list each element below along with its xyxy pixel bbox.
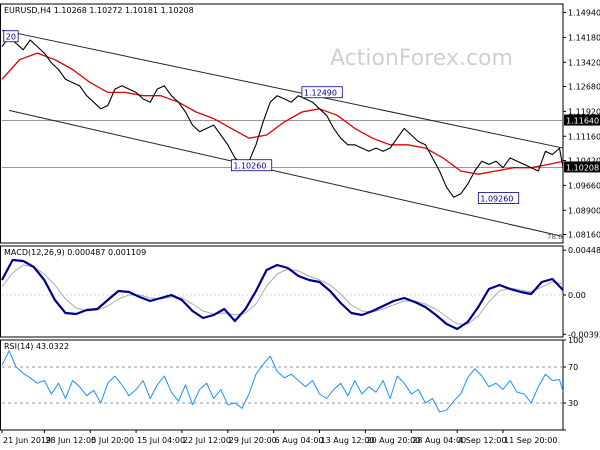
rsi-axis-label: 70 [568, 363, 578, 372]
price-axis-label: 1.09660 [568, 181, 600, 190]
macd-pane-frame [0, 245, 564, 338]
chart-window: ActionForex.com EURUSD,H4 1.10268 1.10272… [0, 0, 600, 450]
price-annotation-label: 1.09260 [480, 194, 513, 203]
price-axis-label: 1.08160 [568, 230, 600, 239]
price-annotation-label: 1.12490 [304, 89, 337, 98]
rsi-axis-label: 100 [568, 336, 583, 345]
price-annotation-label: 20 [6, 33, 16, 42]
price-tag-label: 1.11640 [566, 117, 599, 126]
rsi-header: RSI(14) 43.0322 [4, 342, 69, 351]
time-axis-label: 22 Jul 12:00 [183, 436, 231, 445]
price-axis-label: 1.11160 [568, 132, 600, 141]
rsi-pane-frame [0, 339, 564, 431]
moving-average-line [1, 52, 564, 175]
fib-level-label: 78.6 [547, 233, 563, 241]
trading-chart: ActionForex.com EURUSD,H4 1.10268 1.10272… [0, 3, 600, 445]
time-axis-label: 28 Jun 12:00 [45, 436, 96, 445]
time-axis-label: 21 Jun 2019 [3, 436, 51, 445]
watermark: ActionForex.com [330, 46, 513, 71]
price-axis-label: 1.12680 [568, 83, 600, 92]
macd-axis-label: 0.00448 [568, 246, 600, 255]
time-axis-label: 11 Sep 20:00 [504, 436, 557, 445]
chart-header: EURUSD,H4 1.10268 1.10272 1.10181 1.1020… [4, 6, 194, 15]
time-axis-label: 4 Sep 12:00 [458, 436, 506, 445]
time-axis-label: 29 Jul 20:00 [229, 436, 277, 445]
macd-axis-label: 0.00 [568, 291, 586, 300]
price-axis-label: 1.14940 [568, 9, 600, 18]
rsi-axis-label: 30 [568, 399, 578, 408]
macd-header: MACD(12,26,9) 0.000487 0.001109 [4, 248, 146, 257]
price-axis-label: 1.08900 [568, 206, 600, 215]
price-annotation-label: 1.10260 [233, 162, 266, 171]
price-axis-label: 1.13420 [568, 58, 600, 67]
time-axis-label: 5 Jul 20:00 [91, 436, 134, 445]
time-axis-label: 6 Aug 04:00 [275, 436, 324, 445]
price-tag-label: 1.10208 [566, 163, 599, 172]
time-axis-label: 15 Jul 04:00 [137, 436, 185, 445]
price-axis-label: 1.14180 [568, 33, 600, 42]
